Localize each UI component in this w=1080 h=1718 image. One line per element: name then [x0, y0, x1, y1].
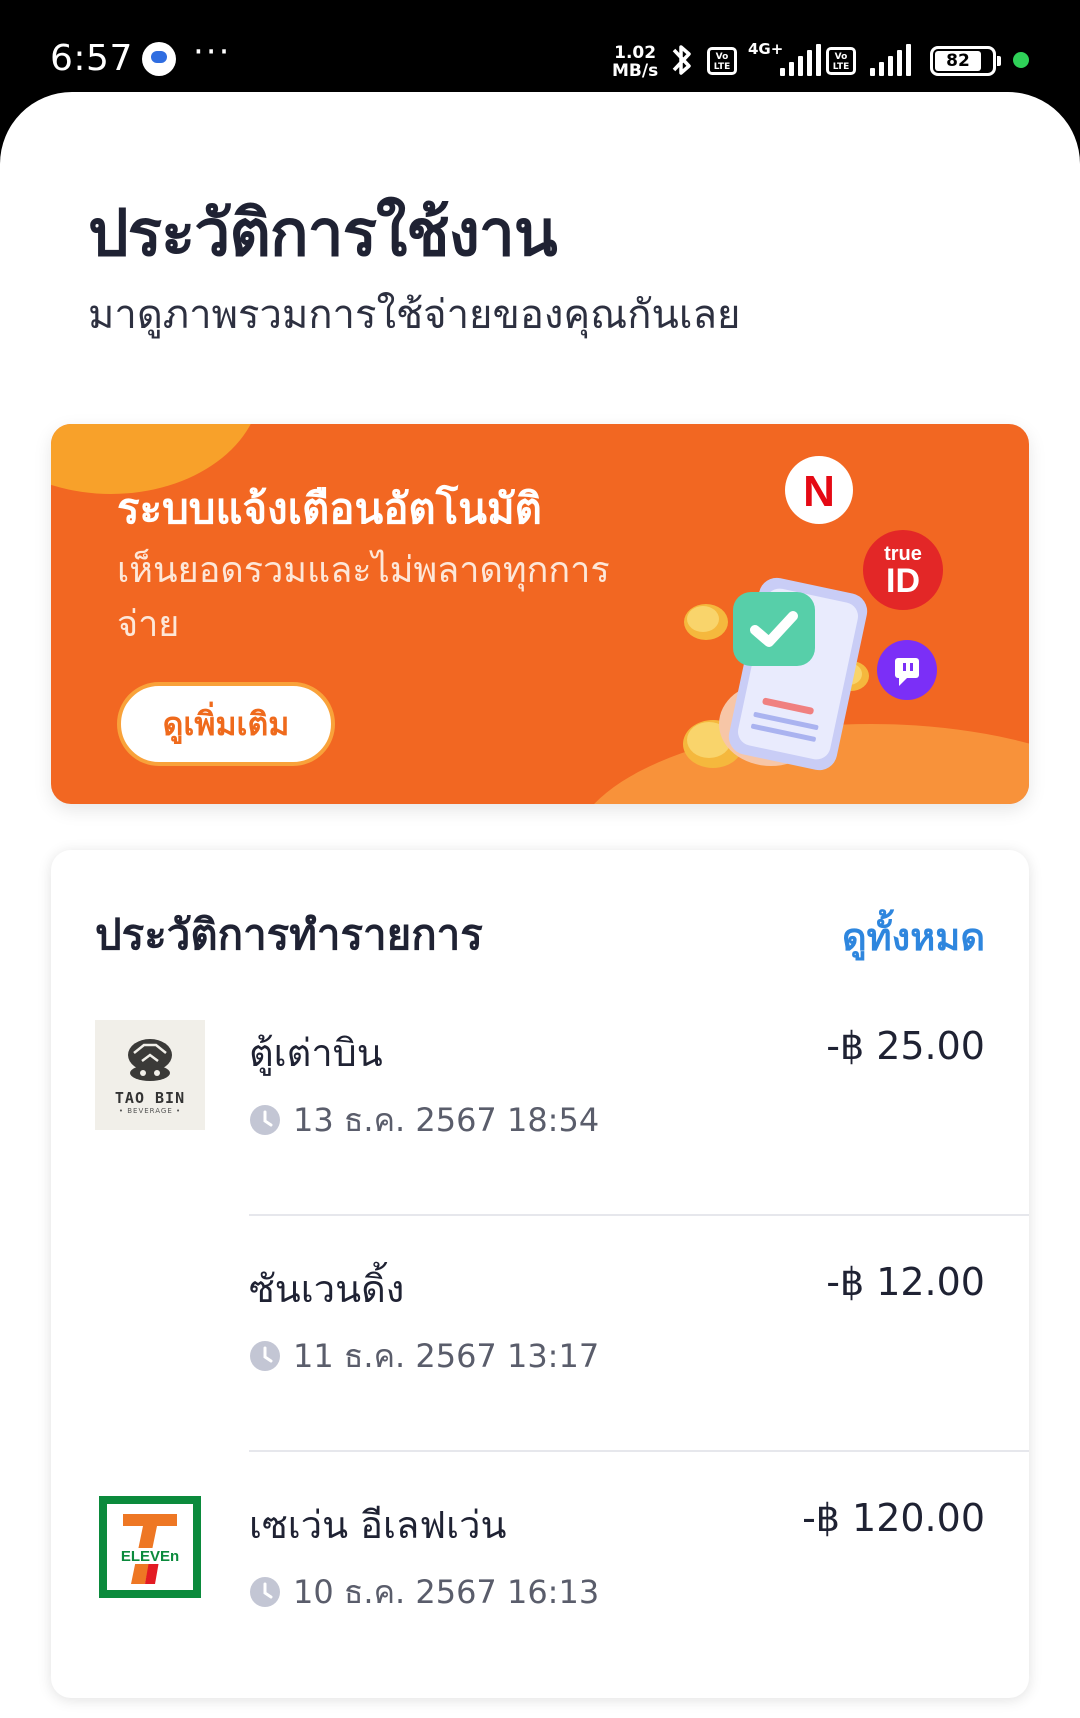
taobin-logo-subtext: • BEVERAGE • — [118, 1107, 182, 1115]
history-title: ประวัติการทำรายการ — [95, 910, 483, 959]
page-title: ประวัติการใช้งาน — [88, 197, 558, 271]
clock-icon — [250, 1341, 280, 1371]
network-speed-unit: MB/s — [612, 61, 659, 81]
privacy-indicator-dot — [1013, 52, 1029, 68]
clock-icon — [250, 1577, 280, 1607]
transaction-row[interactable]: TAO BIN • BEVERAGE • ตู้เต่าบิน -฿ 25.00… — [51, 980, 1029, 1216]
status-bar: 6:57 ··· 1.02 MB/s Vo LTE 4G+ Vo LTE 82 — [0, 0, 1080, 96]
transaction-date: 10 ธ.ค. 2567 16:13 — [293, 1572, 600, 1611]
status-time: 6:57 — [50, 38, 133, 79]
merchant-name: ซันเวนดิ้ง — [249, 1267, 405, 1311]
messages-icon — [142, 42, 176, 76]
banner-title: ระบบแจ้งเตือนอัตโนมัติ — [117, 484, 542, 533]
signal-icon-2 — [870, 44, 911, 76]
seven-eleven-icon: ELEVEn — [99, 1496, 201, 1598]
merchant-name: ตู้เต่าบิน — [249, 1031, 383, 1075]
transaction-row[interactable]: ซันเวนดิ้ง -฿ 12.00 11 ธ.ค. 2567 13:17 — [51, 1216, 1029, 1452]
taobin-logo-text: TAO BIN — [114, 1089, 186, 1107]
netflix-icon: N — [785, 456, 853, 524]
network-speed-value: 1.02 — [614, 43, 657, 63]
page-subtitle: มาดูภาพรวมการใช้จ่ายของคุณกันเลย — [88, 292, 741, 338]
turtle-icon — [128, 1039, 172, 1081]
network-type: 4G+ — [748, 40, 784, 58]
main-sheet: ประวัติการใช้งาน มาดูภาพรวมการใช้จ่ายของ… — [0, 92, 1080, 1718]
clock-icon — [250, 1105, 280, 1135]
netflix-letter: N — [803, 467, 835, 516]
banner-illustration: N true ID — [683, 456, 943, 771]
transaction-amount: -฿ 12.00 — [826, 1260, 985, 1304]
transaction-amount: -฿ 25.00 — [826, 1024, 985, 1068]
seven-eleven-logo-text: ELEVEn — [121, 1548, 179, 1565]
taobin-logo: TAO BIN • BEVERAGE • — [95, 1020, 205, 1130]
transaction-date-row: 13 ธ.ค. 2567 18:54 — [249, 1100, 599, 1140]
banner-text: เห็นยอดรวมและไม่พลาดทุกการจ่าย — [117, 550, 610, 645]
transaction-amount: -฿ 120.00 — [802, 1496, 985, 1540]
bluetooth-icon — [672, 45, 691, 75]
signal-icon — [780, 44, 821, 76]
transaction-date-row: 11 ธ.ค. 2567 13:17 — [249, 1336, 599, 1376]
transaction-date: 13 ธ.ค. 2567 18:54 — [293, 1100, 600, 1139]
merchant-name: เซเว่น อีเลฟเว่น — [249, 1503, 507, 1547]
transaction-date: 11 ธ.ค. 2567 13:17 — [293, 1336, 600, 1375]
transaction-row[interactable]: ELEVEn เซเว่น อีเลฟเว่น -฿ 120.00 10 ธ.ค… — [51, 1452, 1029, 1688]
seven-eleven-logo: ELEVEn — [95, 1492, 205, 1602]
transaction-history-card: ประวัติการทำรายการ ดูทั้งหมด TAO BIN • B… — [51, 850, 1029, 1698]
volte-icon: Vo LTE — [707, 47, 737, 75]
transaction-date-row: 10 ธ.ค. 2567 16:13 — [249, 1572, 599, 1612]
twitch-icon — [877, 640, 937, 700]
trueid-label-2: ID — [886, 562, 920, 600]
more-dots-icon: ··· — [193, 32, 232, 72]
auto-notification-banner[interactable]: ระบบแจ้งเตือนอัตโนมัติ เห็นยอดรวมและไม่พ… — [51, 424, 1029, 804]
battery-level: 82 — [935, 51, 981, 71]
battery-icon: 82 — [930, 46, 1001, 76]
coin-icon — [684, 604, 728, 640]
see-more-button[interactable]: ดูเพิ่มเติม — [117, 682, 335, 766]
see-all-link[interactable]: ดูทั้งหมด — [842, 906, 985, 967]
network-speed: 1.02 MB/s — [612, 44, 658, 80]
volte-icon-2: Vo LTE — [826, 47, 856, 75]
phone-illustration-icon — [719, 577, 868, 771]
trueid-icon: true ID — [863, 530, 943, 610]
